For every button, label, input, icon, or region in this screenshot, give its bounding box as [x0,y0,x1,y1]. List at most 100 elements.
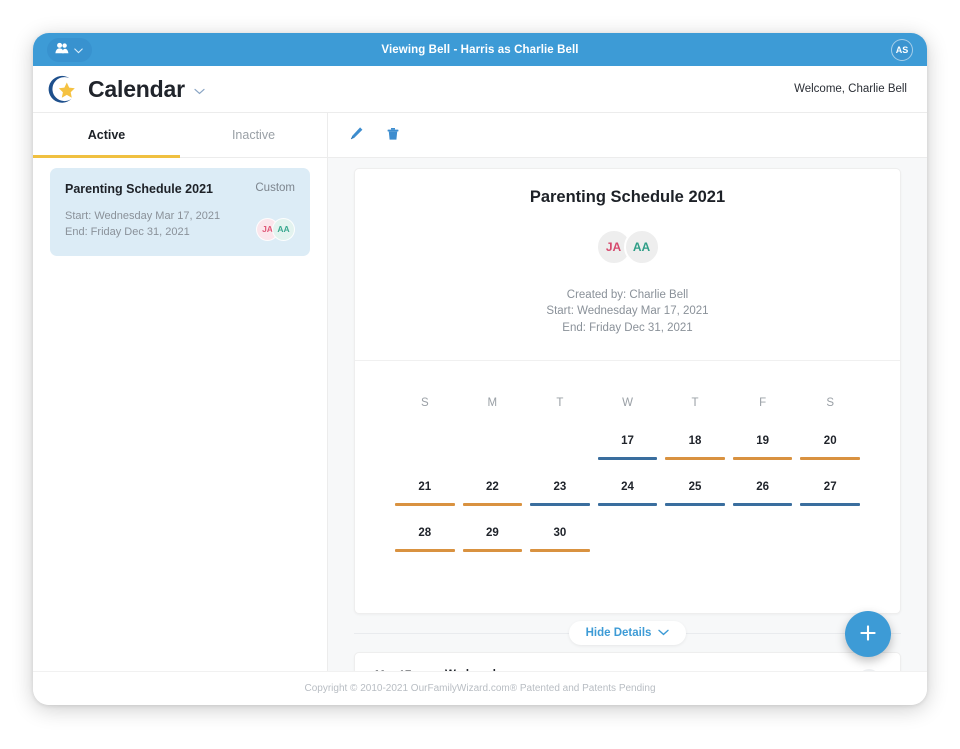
tab-inactive-label: Inactive [231,128,276,142]
calendar-day-header: S [420,396,429,409]
page-title: Calendar [88,75,185,102]
add-button[interactable] [845,611,891,657]
delete-button[interactable] [384,124,402,146]
event-date: Mar 17 [375,669,445,671]
calendar-day-empty [594,527,662,573]
calendar-day-cell[interactable]: 28 [391,527,459,573]
calendar-day-empty [661,527,729,573]
calendar-day-bar [530,502,590,506]
chevron-down-icon [194,82,205,100]
schedule-card-header: Parenting Schedule 2021 Custom [65,182,295,196]
schedule-card-type: Custom [255,182,295,194]
trash-icon [386,126,400,144]
calendar-day-number: 20 [823,434,837,447]
hide-details-button[interactable]: Hide Details [568,620,687,645]
sidebar-tabs: Active Inactive [33,113,327,158]
calendar-day-bar [800,456,860,460]
schedule-detail-avatars: JA AA [375,229,880,265]
calendar-day-header: M [487,396,498,409]
calendar-day-bar [732,456,793,460]
calendar-day-number: 24 [621,480,634,493]
viewing-as-title: Viewing Bell - Harris as Charlie Bell [381,43,579,56]
calendar-day-number: 17 [621,434,634,447]
calendar-day-cell[interactable]: 27 [796,481,864,527]
calendar-day-header: T [691,396,699,409]
schedule-detail-header: Parenting Schedule 2021 JA AA Created by… [355,169,900,361]
calendar-day-number: 27 [823,480,837,493]
calendar-day-empty [391,435,459,481]
calendar-menu-button[interactable]: Calendar [47,73,205,105]
app-header: Calendar Welcome, Charlie Bell [33,66,927,113]
calendar-day-bar [395,548,455,552]
event-day-name: Wednesday [445,669,858,671]
tab-active[interactable]: Active [33,113,180,158]
main-scroll-area: Parenting Schedule 2021 JA AA Created by… [328,158,927,671]
calendar-day-empty [729,527,797,573]
calendar-day-bar [395,457,455,460]
page-root: Viewing Bell - Harris as Charlie Bell AS… [0,0,960,749]
calendar-day-cell[interactable]: 30 [526,527,594,573]
calendar-day-bar [665,549,725,552]
footer: Copyright © 2010-2021 OurFamilyWizard.co… [33,671,927,705]
avatar: AA [272,217,295,241]
schedule-created-by: Created by: Charlie Bell [566,289,689,301]
schedule-card-start: Start: Wednesday Mar 17, 2021 [65,210,221,222]
calendar-day-cell[interactable]: 23 [526,481,594,527]
calendar-day-header: W [622,396,633,409]
calendar-day-cell[interactable]: 17 [594,435,662,481]
calendar-day-number: 22 [485,480,499,493]
ofw-logo-icon [47,73,79,105]
calendar-container: S M T W T F S 17 18 19 20 21 22 23 24 25 26 27 28 29 30 [355,361,900,613]
chevron-down-icon [74,41,83,59]
main-toolbar [328,113,927,158]
calendar-day-number: 28 [418,526,432,539]
hide-details-label: Hide Details [585,626,652,639]
calendar-day-cell[interactable]: 19 [729,435,797,481]
event-body: Wednesday Transition at 3:30 PM [445,669,858,671]
schedule-list: Parenting Schedule 2021 Custom Start: We… [33,158,327,256]
calendar-day-bar [463,457,523,460]
calendar-day-bar [597,502,658,506]
calendar-day-cell[interactable]: 22 [459,481,527,527]
event-row[interactable]: Mar 17 Wednesday Transition at 3:30 PM M… [354,651,901,671]
main-content: Parenting Schedule 2021 JA AA Created by… [328,113,927,671]
schedule-card-avatars: JA AA [256,217,295,241]
calendar-day-bar [800,502,860,506]
pencil-icon [349,126,364,144]
calendar-day-bar [530,548,590,552]
copyright-text: Copyright © 2010-2021 OurFamilyWizard.co… [304,683,656,694]
schedule-detail-meta: Created by: Charlie Bell Start: Wednesda… [375,287,880,336]
app-window: Viewing Bell - Harris as Charlie Bell AS… [33,33,927,705]
schedule-start-date: Start: Wednesday Mar 17, 2021 [546,305,709,318]
schedule-card-dates: Start: Wednesday Mar 17, 2021 End: Frida… [65,209,220,241]
welcome-message: Welcome, Charlie Bell [794,83,907,95]
avatar: AA [623,229,660,265]
chevron-down-icon [658,627,670,639]
user-avatar[interactable]: AS [891,38,913,61]
calendar-day-bar [732,502,793,506]
calendar-day-cell[interactable]: 20 [796,435,864,481]
people-icon [55,41,69,59]
calendar-day-cell[interactable]: 26 [729,481,797,527]
schedule-card-end: End: Friday Dec 31, 2021 [65,225,190,238]
calendar-day-cell[interactable]: 24 [594,481,662,527]
tab-active-label: Active [87,128,126,142]
calendar-day-cell[interactable]: 18 [661,435,729,481]
tab-inactive[interactable]: Inactive [180,113,327,157]
calendar-day-cell[interactable]: 29 [459,527,527,573]
calendar-day-cell[interactable]: 21 [391,481,459,527]
calendar-day-header: S [826,396,835,409]
calendar-day-number: 19 [756,434,770,447]
calendar-grid: S M T W T F S 17 18 19 20 21 22 23 24 25 26 27 28 29 30 [391,397,864,573]
calendar-day-cell[interactable]: 25 [661,481,729,527]
calendar-day-bar [530,457,590,460]
schedule-card-body: Start: Wednesday Mar 17, 2021 End: Frida… [65,209,295,241]
calendar-day-number: 18 [688,434,702,447]
edit-button[interactable] [347,124,366,146]
list-item[interactable]: Parenting Schedule 2021 Custom Start: We… [50,168,310,256]
calendar-day-number: 23 [553,480,567,493]
account-switcher-button[interactable] [47,37,92,62]
calendar-day-bar [395,502,455,506]
calendar-day-bar [665,502,725,506]
schedule-end-date: End: Friday Dec 31, 2021 [562,321,693,334]
